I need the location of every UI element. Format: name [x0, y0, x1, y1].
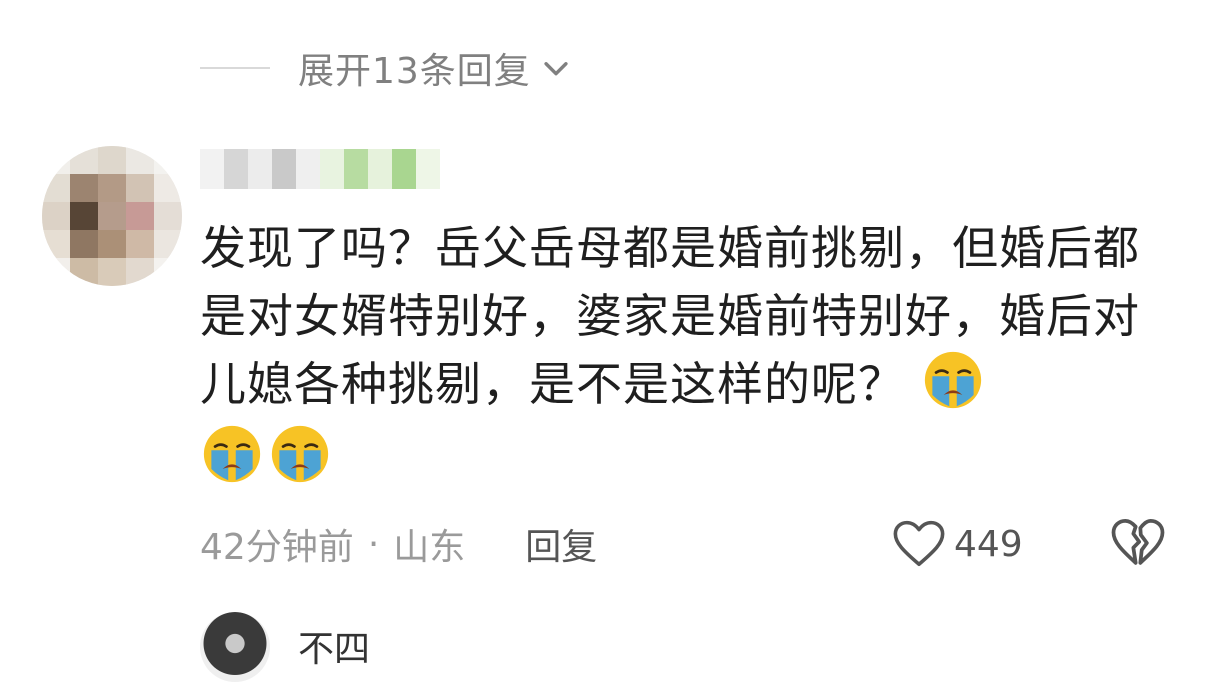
comment-meta: 42分钟前 · 山东 回复: [200, 516, 597, 572]
next-comment-avatar[interactable]: [200, 612, 270, 682]
comment-time: 42分钟前: [200, 527, 354, 568]
reply-button[interactable]: 回复: [525, 518, 597, 570]
chevron-down-icon: [544, 62, 568, 76]
username-mosaic: [200, 149, 440, 189]
comment-location: 山东: [393, 527, 466, 568]
emoji-row: [200, 424, 332, 484]
loudly-crying-face-icon: [203, 425, 261, 483]
comment-body: 发现了吗？岳父岳母都是婚前挑剔，但婚后都是对女婿特别好，婆家是婚前特别好，婚后对…: [200, 214, 1160, 418]
divider-line: [200, 67, 270, 69]
avatar[interactable]: [42, 146, 182, 286]
like-button[interactable]: 449: [892, 514, 1023, 574]
broken-heart-icon[interactable]: [1110, 516, 1166, 570]
heart-icon: [893, 520, 945, 567]
avatar-mosaic: [42, 146, 182, 286]
like-count: 449: [954, 523, 1023, 565]
expand-replies-button[interactable]: 展开13条回复: [200, 38, 573, 98]
meta-separator: ·: [367, 523, 380, 565]
loudly-crying-face-icon: [924, 351, 981, 409]
username-redacted[interactable]: [200, 146, 450, 192]
next-comment-username[interactable]: 不四: [298, 620, 370, 672]
loudly-crying-face-icon: [271, 425, 329, 483]
comment-text: 发现了吗？岳父岳母都是婚前挑剔，但婚后都是对女婿特别好，婆家是婚前特别好，婚后对…: [200, 221, 1140, 411]
expand-replies-label: 展开13条回复: [298, 51, 531, 92]
